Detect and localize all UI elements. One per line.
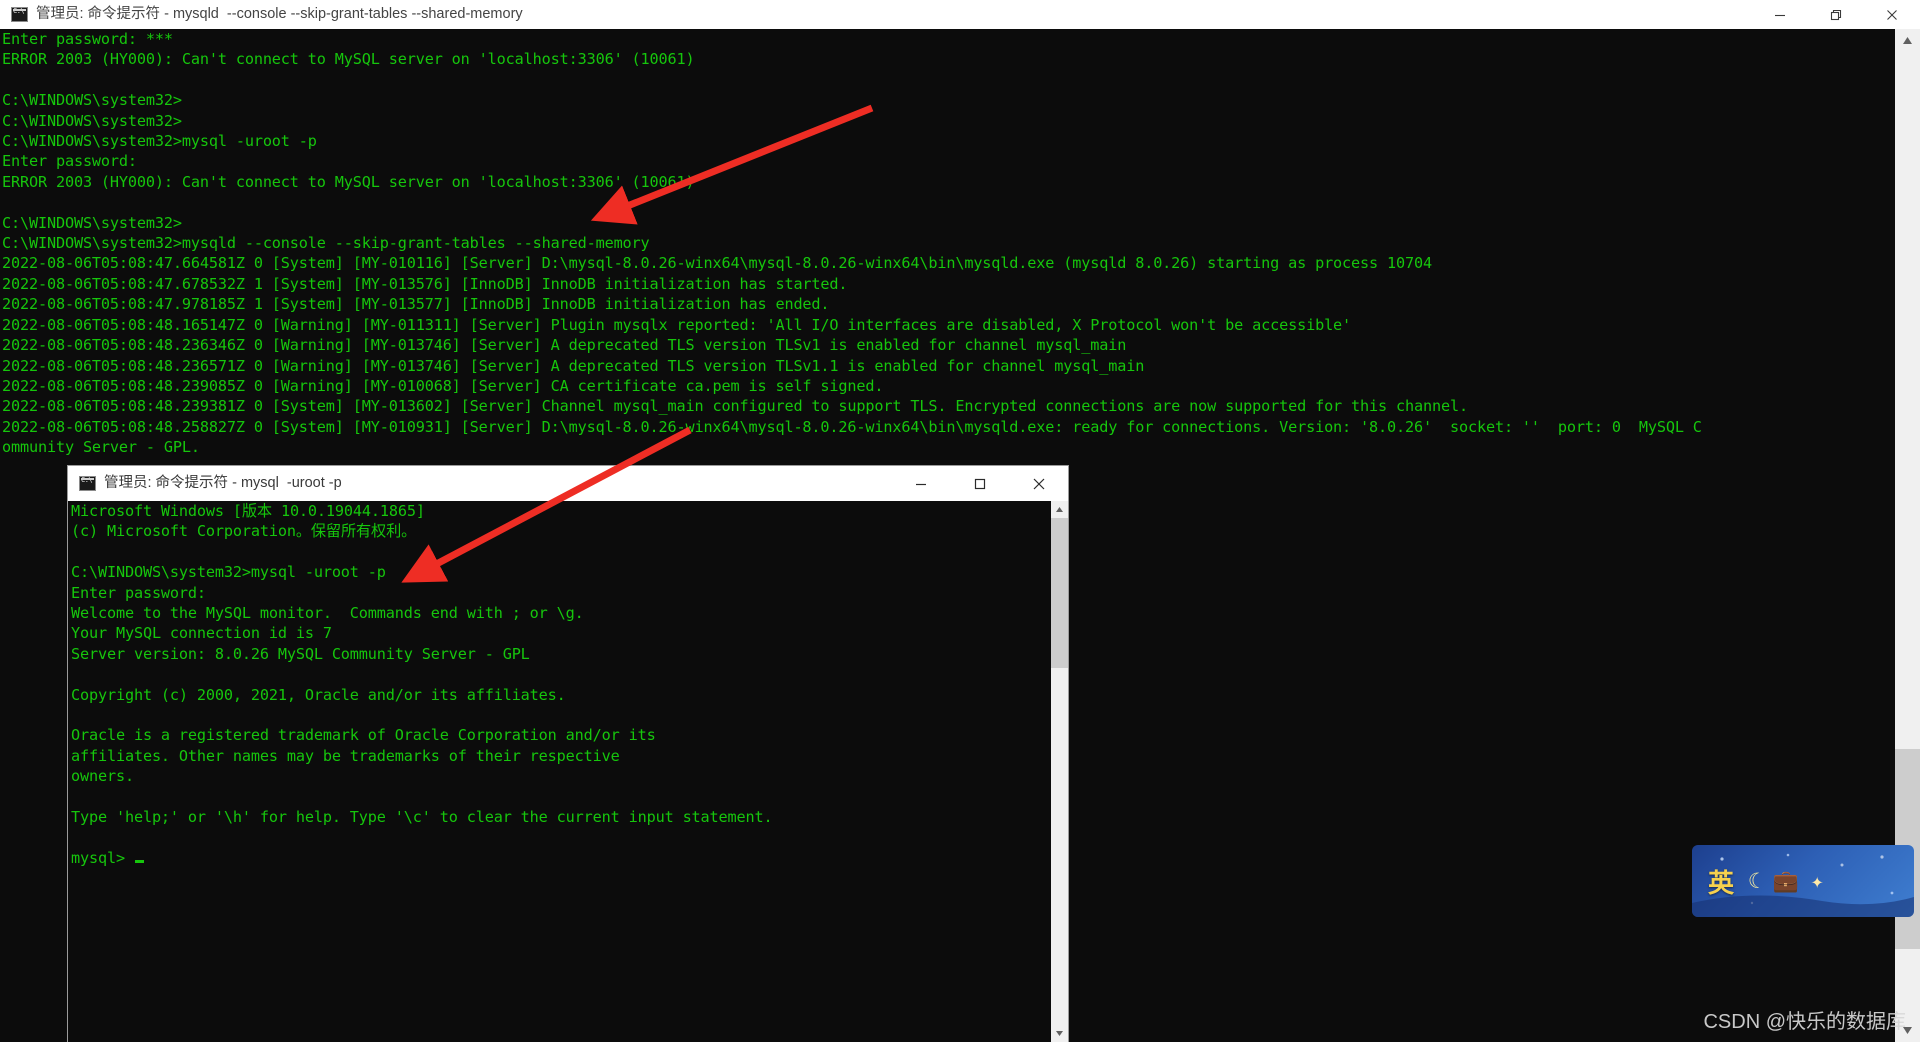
console-line: Welcome to the MySQL monitor. Commands e… <box>71 604 584 623</box>
outer-close-button[interactable] <box>1864 0 1920 29</box>
console-line: 2022-08-06T05:08:48.239381Z 0 [System] [… <box>2 397 1468 416</box>
console-line: 2022-08-06T05:08:48.236571Z 0 [Warning] … <box>2 356 1145 375</box>
csdn-watermark: CSDN @快乐的数据库 <box>1703 1011 1906 1033</box>
inner-scrollbar[interactable] <box>1051 501 1068 1042</box>
outer-scroll-up-icon[interactable] <box>1895 29 1920 52</box>
console-line: Enter password: *** <box>2 30 173 48</box>
console-line: (c) Microsoft Corporation。保留所有权利。 <box>71 522 417 541</box>
outer-minimize-button[interactable] <box>1752 0 1808 29</box>
toolbox-icon[interactable]: 💼 <box>1773 870 1799 892</box>
console-line: C:\WINDOWS\system32> <box>2 91 182 110</box>
console-line: Microsoft Windows [版本 10.0.19044.1865] <box>71 502 425 520</box>
inner-maximize-button[interactable] <box>950 466 1009 501</box>
cmd-console-icon <box>11 7 28 22</box>
moon-icon[interactable]: ☾ <box>1748 870 1761 892</box>
outer-window-titlebar[interactable]: 管理员: 命令提示符 - mysqld --console --skip-gra… <box>0 0 1920 29</box>
outer-window-controls <box>1752 0 1920 29</box>
console-line: Oracle is a registered trademark of Orac… <box>71 726 656 745</box>
chinese-ime-floating-bar[interactable]: 英 ☾ 💼 ✦ <box>1692 845 1914 917</box>
inner-scroll-down-icon[interactable] <box>1051 1025 1068 1042</box>
mysql-prompt-line[interactable]: mysql> <box>71 848 1051 868</box>
inner-window-title: 管理员: 命令提示符 - mysql -uroot -p <box>104 475 342 491</box>
inner-window-titlebar[interactable]: 管理员: 命令提示符 - mysql -uroot -p <box>68 466 1068 501</box>
console-line: C:\WINDOWS\system32> <box>2 213 182 232</box>
console-line: C:\WINDOWS\system32>mysqld --console --s… <box>2 234 650 253</box>
console-line: ERROR 2003 (HY000): Can't connect to MyS… <box>2 50 695 69</box>
console-line: C:\WINDOWS\system32>mysql -uroot -p <box>71 563 386 582</box>
inner-console-output[interactable]: Microsoft Windows [版本 10.0.19044.1865] (c… <box>68 501 1051 1042</box>
inner-close-button[interactable] <box>1009 466 1068 501</box>
console-line: 2022-08-06T05:08:48.165147Z 0 [Warning] … <box>2 315 1352 334</box>
outer-restore-button[interactable] <box>1808 0 1864 29</box>
console-line: Enter password: <box>71 583 206 602</box>
console-line: 2022-08-06T05:08:47.978185Z 1 [System] [… <box>2 295 830 314</box>
text-cursor <box>134 859 144 863</box>
console-line: ERROR 2003 (HY000): Can't connect to MyS… <box>2 172 695 191</box>
console-line: Type 'help;' or '\h' for help. Type '\c'… <box>71 808 773 827</box>
console-line: ommunity Server - GPL. <box>2 438 200 457</box>
inner-scroll-up-icon[interactable] <box>1051 501 1068 518</box>
ime-language-label[interactable]: 英 <box>1708 863 1734 900</box>
ime-icon-group: ☾ 💼 ✦ <box>1748 870 1824 892</box>
inner-scrollbar-thumb[interactable] <box>1051 518 1068 668</box>
console-line: Enter password: <box>2 152 137 171</box>
console-line: Copyright (c) 2000, 2021, Oracle and/or … <box>71 685 566 704</box>
mysql-prompt-label: mysql> <box>71 848 125 867</box>
inner-minimize-button[interactable] <box>891 466 950 501</box>
console-line: Your MySQL connection id is 7 <box>71 624 332 643</box>
console-line: 2022-08-06T05:08:47.678532Z 1 [System] [… <box>2 274 848 293</box>
console-line: Server version: 8.0.26 MySQL Community S… <box>71 644 530 663</box>
console-line: 2022-08-06T05:08:48.258827Z 0 [System] [… <box>2 417 1702 436</box>
console-line: 2022-08-06T05:08:47.664581Z 0 [System] [… <box>2 254 1432 273</box>
cmd-console-icon <box>79 476 96 491</box>
console-line: C:\WINDOWS\system32> <box>2 111 182 130</box>
screen-root: 管理员: 命令提示符 - mysqld --console --skip-gra… <box>0 0 1920 1042</box>
console-line: owners. <box>71 767 134 786</box>
outer-window-title: 管理员: 命令提示符 - mysqld --console --skip-gra… <box>36 6 523 22</box>
console-line: 2022-08-06T05:08:48.236346Z 0 [Warning] … <box>2 336 1127 355</box>
console-line: affiliates. Other names may be trademark… <box>71 746 620 765</box>
inner-window-controls <box>891 466 1068 501</box>
console-line: 2022-08-06T05:08:48.239085Z 0 [Warning] … <box>2 376 884 395</box>
console-line: C:\WINDOWS\system32>mysql -uroot -p <box>2 132 317 151</box>
inner-cmd-window[interactable]: 管理员: 命令提示符 - mysql -uroot -p Microsoft W… <box>68 466 1068 1042</box>
star-icon[interactable]: ✦ <box>1811 870 1824 892</box>
